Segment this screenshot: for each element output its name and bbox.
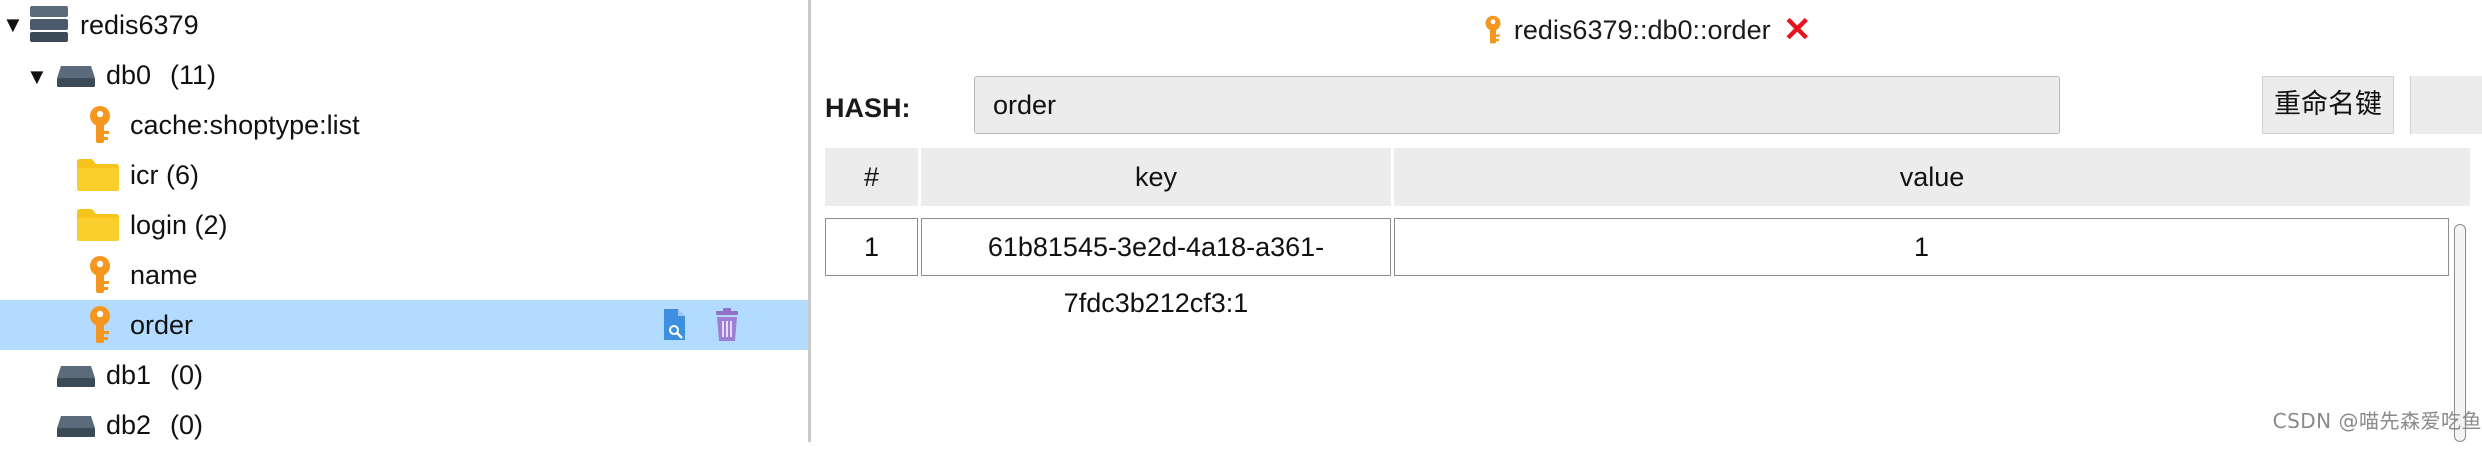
key-tab[interactable]: redis6379::db0::order ✕ bbox=[1481, 10, 1812, 50]
db-name: db2 bbox=[106, 410, 152, 440]
db-name: db1 bbox=[106, 360, 152, 390]
key-icon bbox=[90, 106, 110, 143]
server-label: redis6379 bbox=[80, 10, 199, 40]
key-icon bbox=[90, 256, 110, 293]
key-icon bbox=[90, 306, 110, 343]
tree-item-icr[interactable]: icr (6) bbox=[0, 150, 808, 200]
tree-item-name[interactable]: name bbox=[0, 250, 808, 300]
folder-icon bbox=[77, 159, 119, 191]
collapse-arrow-icon[interactable]: ▼ bbox=[26, 66, 48, 88]
key-tree-panel: ▼ redis6379 ▼ db0 (11) cache:shoptype:li… bbox=[0, 0, 808, 442]
database-icon bbox=[57, 366, 95, 387]
cell-key[interactable]: 61b81545-3e2d-4a18-a361-7fdc3b212cf3:1 bbox=[921, 218, 1391, 318]
tree-item-label: cache:shoptype:list bbox=[130, 110, 360, 140]
db-key-count: (0) bbox=[170, 360, 203, 390]
key-tab-header: redis6379::db0::order ✕ bbox=[811, 10, 2482, 50]
key-type-label: HASH: bbox=[825, 93, 911, 123]
close-icon[interactable]: ✕ bbox=[1783, 10, 1812, 50]
watermark-text: CSDN @喵先森爱吃鱼 bbox=[2272, 409, 2482, 433]
key-name-input[interactable] bbox=[974, 76, 2060, 134]
tree-item-label: name bbox=[130, 260, 198, 290]
tree-db1-row[interactable]: db1 (0) bbox=[0, 350, 808, 400]
database-icon bbox=[57, 416, 95, 437]
tree-item-label: icr (6) bbox=[130, 160, 199, 190]
tree-item-order[interactable]: order bbox=[0, 300, 808, 350]
tree-server-row[interactable]: ▼ redis6379 bbox=[0, 0, 808, 50]
db-key-count: (0) bbox=[170, 410, 203, 440]
folder-icon bbox=[77, 209, 119, 241]
tree-db0-row[interactable]: ▼ db0 (11) bbox=[0, 50, 808, 100]
key-tab-title: redis6379::db0::order bbox=[1513, 15, 1771, 45]
tree-db2-row[interactable]: db2 (0) bbox=[0, 400, 808, 450]
key-detail-panel: redis6379::db0::order ✕ HASH: 重命名键 # key… bbox=[811, 0, 2482, 442]
tree-item-label: order bbox=[130, 310, 194, 340]
tree-item-login[interactable]: login (2) bbox=[0, 200, 808, 250]
database-icon bbox=[57, 66, 95, 87]
collapse-arrow-icon[interactable]: ▼ bbox=[2, 14, 24, 36]
cell-value[interactable]: 1 bbox=[1394, 218, 2449, 276]
key-icon bbox=[1485, 15, 1501, 44]
column-header-value[interactable]: value bbox=[1394, 148, 2470, 206]
delete-key-icon[interactable] bbox=[710, 307, 744, 343]
tree-item-cache-shoptype-list[interactable]: cache:shoptype:list bbox=[0, 100, 808, 150]
server-icon bbox=[30, 6, 68, 42]
copy-key-icon[interactable] bbox=[658, 307, 692, 343]
db-name: db0 bbox=[106, 60, 152, 90]
column-header-key[interactable]: key bbox=[921, 148, 1391, 206]
cell-index[interactable]: 1 bbox=[825, 218, 918, 276]
db-key-count: (11) bbox=[170, 60, 217, 90]
rename-key-button[interactable]: 重命名键 bbox=[2262, 76, 2394, 134]
next-toolbar-button[interactable] bbox=[2410, 76, 2482, 134]
tree-item-label: login (2) bbox=[130, 210, 228, 240]
column-header-index[interactable]: # bbox=[825, 148, 918, 206]
